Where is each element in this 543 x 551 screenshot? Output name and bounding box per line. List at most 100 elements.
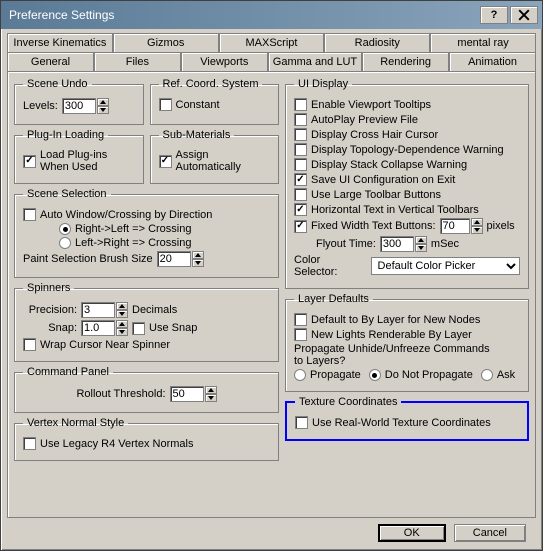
ui-display-checkbox-7[interactable]	[294, 203, 307, 216]
spin-up[interactable]	[116, 320, 128, 328]
group-command-panel: Command Panel Rollout Threshold:	[14, 366, 279, 413]
tab-rendering[interactable]: Rendering	[362, 52, 449, 71]
tab-radiosity[interactable]: Radiosity	[324, 33, 430, 52]
precision-spinner[interactable]	[81, 302, 128, 318]
rollout-threshold-label: Rollout Threshold:	[76, 388, 165, 400]
group-vertex-normal: Vertex Normal Style Use Legacy R4 Vertex…	[14, 417, 279, 461]
tab-general[interactable]: General	[7, 52, 94, 71]
auto-window-checkbox[interactable]	[23, 208, 36, 221]
ui-display-checkbox-2[interactable]	[294, 128, 307, 141]
spin-down[interactable]	[97, 106, 109, 114]
propagate-question: Propagate Unhide/Unfreeze Commands to La…	[294, 343, 490, 367]
levels-input[interactable]	[62, 98, 96, 114]
assign-auto-checkbox[interactable]	[159, 155, 172, 168]
spin-up[interactable]	[192, 251, 204, 259]
propagate-radio[interactable]	[294, 369, 306, 381]
close-icon	[518, 9, 530, 21]
close-button[interactable]	[510, 6, 538, 24]
tab-gizmos[interactable]: Gizmos	[113, 33, 219, 52]
load-plugins-label: Load Plug-ins When Used	[40, 149, 107, 173]
spin-down[interactable]	[192, 259, 204, 267]
snap-label: Snap:	[23, 322, 77, 334]
group-layer-defaults: Layer Defaults Default to By Layer for N…	[285, 293, 529, 392]
spin-up[interactable]	[97, 98, 109, 106]
tab-files[interactable]: Files	[94, 52, 181, 71]
spin-down[interactable]	[116, 310, 128, 318]
tab-row-1: Inverse Kinematics Gizmos MAXScript Radi…	[7, 33, 536, 52]
flyout-time-input[interactable]	[380, 236, 414, 252]
precision-input[interactable]	[81, 302, 115, 318]
constant-checkbox[interactable]	[159, 98, 172, 111]
spin-up[interactable]	[205, 386, 217, 394]
do-not-propagate-label: Do Not Propagate	[385, 369, 473, 381]
ui-display-label-1: AutoPlay Preview File	[311, 114, 418, 126]
wrap-cursor-label: Wrap Cursor Near Spinner	[40, 339, 170, 351]
dialog-body: Inverse Kinematics Gizmos MAXScript Radi…	[1, 29, 542, 550]
ui-display-checkbox-1[interactable]	[294, 113, 307, 126]
spin-down[interactable]	[116, 328, 128, 336]
tab-inverse-kinematics[interactable]: Inverse Kinematics	[7, 33, 113, 52]
left-right-radio[interactable]	[59, 237, 71, 249]
group-scene-undo: Scene Undo Levels:	[14, 78, 144, 125]
legacy-r4-label: Use Legacy R4 Vertex Normals	[40, 438, 193, 450]
brush-size-input[interactable]	[157, 251, 191, 267]
levels-spinner[interactable]	[62, 98, 109, 114]
brush-size-spinner[interactable]	[157, 251, 204, 267]
ui-display-checkbox-5[interactable]	[294, 173, 307, 186]
spin-down[interactable]	[205, 394, 217, 402]
group-ui-display: UI Display Enable Viewport TooltipsAutoP…	[285, 78, 529, 289]
group-scene-selection: Scene Selection Auto Window/Crossing by …	[14, 188, 279, 278]
legend: Plug-In Loading	[23, 129, 108, 141]
ui-display-label-5: Save UI Configuration on Exit	[311, 174, 455, 186]
right-left-radio[interactable]	[59, 223, 71, 235]
real-world-checkbox[interactable]	[295, 416, 308, 429]
rollout-threshold-input[interactable]	[170, 386, 204, 402]
spin-down[interactable]	[415, 244, 427, 252]
legend: Texture Coordinates	[295, 396, 401, 408]
color-selector-dropdown[interactable]: Default Color Picker	[371, 257, 520, 275]
legend: Command Panel	[23, 366, 113, 378]
spin-up[interactable]	[116, 302, 128, 310]
snap-input[interactable]	[81, 320, 115, 336]
load-plugins-checkbox[interactable]	[23, 155, 36, 168]
propagate-label: Propagate	[310, 369, 361, 381]
assign-auto-label: Assign Automatically	[176, 149, 241, 173]
legacy-r4-checkbox[interactable]	[23, 437, 36, 450]
precision-label: Precision:	[23, 304, 77, 316]
spin-up[interactable]	[471, 218, 483, 226]
ui-display-label-2: Display Cross Hair Cursor	[311, 129, 438, 141]
tab-animation[interactable]: Animation	[449, 52, 536, 71]
window-title: Preference Settings	[9, 8, 114, 22]
tab-maxscript[interactable]: MAXScript	[219, 33, 325, 52]
use-snap-checkbox[interactable]	[132, 322, 145, 335]
msec-label: mSec	[431, 238, 459, 250]
fixed-width-checkbox[interactable]	[294, 220, 307, 233]
spin-up[interactable]	[415, 236, 427, 244]
flyout-time-label: Flyout Time:	[316, 238, 376, 250]
rollout-threshold-spinner[interactable]	[170, 386, 217, 402]
tab-viewports[interactable]: Viewports	[181, 52, 268, 71]
tab-content-general: Scene Undo Levels: Ref. Coord. System Co…	[7, 71, 536, 518]
do-not-propagate-radio[interactable]	[369, 369, 381, 381]
snap-spinner[interactable]	[81, 320, 128, 336]
ask-radio[interactable]	[481, 369, 493, 381]
default-by-layer-checkbox[interactable]	[294, 313, 307, 326]
window-controls: ?	[480, 6, 538, 24]
cancel-button[interactable]: Cancel	[454, 524, 526, 542]
ui-display-checkbox-6[interactable]	[294, 188, 307, 201]
fixed-width-spinner[interactable]	[440, 218, 483, 234]
new-lights-checkbox[interactable]	[294, 328, 307, 341]
ui-display-checkbox-0[interactable]	[294, 98, 307, 111]
ui-display-checkbox-3[interactable]	[294, 143, 307, 156]
help-button[interactable]: ?	[480, 6, 508, 24]
spin-down[interactable]	[471, 226, 483, 234]
wrap-cursor-checkbox[interactable]	[23, 338, 36, 351]
legend: Scene Undo	[23, 78, 92, 90]
fixed-width-input[interactable]	[440, 218, 470, 234]
ok-button[interactable]: OK	[378, 524, 446, 542]
tab-gamma-lut[interactable]: Gamma and LUT	[268, 52, 362, 71]
real-world-label: Use Real-World Texture Coordinates	[312, 417, 491, 429]
ui-display-checkbox-4[interactable]	[294, 158, 307, 171]
tab-mental-ray[interactable]: mental ray	[430, 33, 536, 52]
flyout-time-spinner[interactable]	[380, 236, 427, 252]
